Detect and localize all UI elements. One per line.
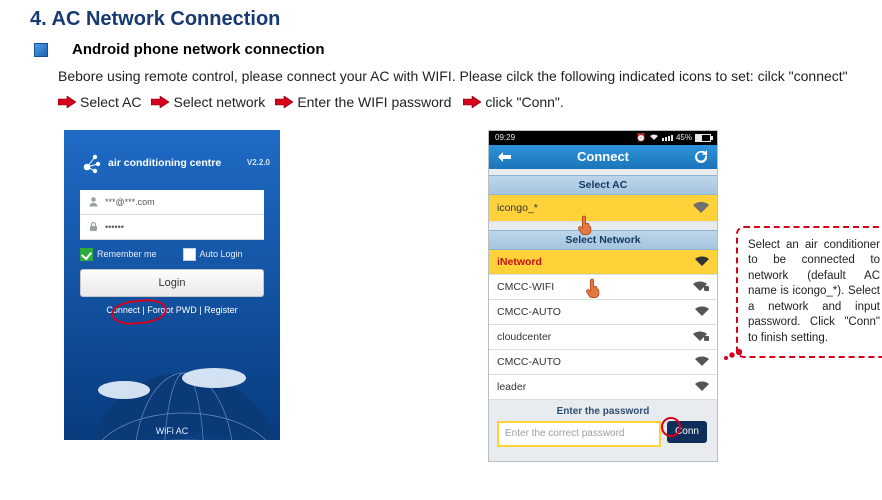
version-text: V2.2.0 — [247, 158, 270, 167]
brand-text: air conditioning centre — [108, 157, 221, 169]
wifi-ac-label: WiFi AC — [64, 426, 280, 436]
user-icon — [88, 196, 99, 207]
email-field[interactable]: ***@***.com — [80, 190, 264, 215]
alarm-icon: ⏰ — [636, 133, 646, 142]
refresh-icon[interactable] — [693, 149, 709, 165]
step-line: Select AC Select network Enter the WIFI … — [58, 94, 852, 110]
conn-button[interactable]: Conn — [667, 421, 707, 443]
callout-box: Select an air conditioner to be connecte… — [736, 226, 882, 359]
network-list-item[interactable]: leader — [489, 375, 717, 400]
wifi-lock-icon — [693, 331, 709, 342]
connect-link[interactable]: Connect — [106, 305, 140, 315]
step-text: Enter the WIFI password — [297, 94, 451, 110]
battery-icon — [695, 134, 711, 142]
title-text: Connect — [577, 149, 629, 164]
status-time: 09:29 — [495, 133, 515, 142]
square-bullet-icon — [34, 43, 48, 57]
password-label: Enter the password — [497, 406, 709, 417]
wifi-lock-icon — [693, 281, 709, 292]
highlight-circle-icon — [661, 417, 681, 437]
sep: | — [197, 305, 204, 315]
network-name: CMCC-AUTO — [497, 306, 561, 318]
ac-list-item[interactable]: icongo_* — [489, 195, 717, 222]
auto-login-label: Auto Login — [200, 249, 243, 259]
network-name: iNetword — [497, 256, 542, 268]
forgot-link[interactable]: Forgot PWD — [147, 305, 197, 315]
remember-me-checkbox[interactable] — [80, 248, 93, 261]
step-text: Select network — [173, 94, 265, 110]
title-bar: Connect — [489, 145, 717, 169]
arrow-right-icon — [151, 96, 169, 108]
lock-icon — [88, 221, 99, 232]
step-text: Select AC — [80, 94, 141, 110]
arrow-right-icon — [58, 96, 76, 108]
network-name: CMCC-AUTO — [497, 356, 561, 368]
wifi-icon — [695, 256, 709, 267]
battery-text: 45% — [676, 133, 692, 142]
wifi-icon — [695, 356, 709, 367]
wifi-icon — [695, 381, 709, 392]
network-name: cloudcenter — [497, 331, 551, 343]
auto-login-checkbox[interactable] — [183, 248, 196, 261]
bottom-links: Connect | Forgot PWD | Register — [80, 305, 264, 315]
password-field[interactable]: •••••• — [80, 215, 264, 240]
wifi-icon — [693, 202, 709, 214]
step-text: click "Conn". — [485, 94, 563, 110]
arrow-right-icon — [463, 96, 481, 108]
brand-row: air conditioning centre V2.2.0 — [80, 152, 280, 174]
status-bar: 09:29 ⏰ 45% — [489, 131, 717, 145]
ac-name: icongo_* — [497, 202, 538, 214]
subsection-row: Android phone network connection — [30, 41, 852, 58]
network-name: CMCC-WIFI — [497, 281, 554, 293]
login-button[interactable]: Login — [80, 269, 264, 297]
section-heading: 4. AC Network Connection — [30, 8, 852, 31]
network-list-item[interactable]: iNetword — [489, 250, 717, 275]
subsection-heading: Android phone network connection — [72, 41, 325, 58]
wifi-icon — [695, 306, 709, 317]
intro-text: Bebore using remote control, please conn… — [58, 66, 852, 88]
register-link[interactable]: Register — [204, 305, 238, 315]
back-icon[interactable] — [497, 150, 513, 164]
password-value: •••••• — [105, 222, 124, 232]
network-list-item[interactable]: CMCC-WIFI — [489, 275, 717, 300]
network-list-item[interactable]: cloudcenter — [489, 325, 717, 350]
arrow-right-icon — [275, 96, 293, 108]
email-value: ***@***.com — [105, 197, 155, 207]
login-screenshot: air conditioning centre V2.2.0 ***@***.c… — [64, 130, 280, 440]
connect-screenshot: 09:29 ⏰ 45% Connect — [488, 130, 718, 462]
network-list-item[interactable]: CMCC-AUTO — [489, 350, 717, 375]
password-input[interactable]: Enter the correct password — [497, 421, 661, 447]
select-network-label: Select Network — [489, 230, 717, 250]
select-ac-label: Select AC — [489, 175, 717, 195]
remember-label: Remember me — [97, 249, 157, 259]
logo-icon — [80, 152, 108, 174]
signal-icon — [662, 135, 673, 141]
network-name: leader — [497, 381, 526, 393]
network-list-item[interactable]: CMCC-AUTO — [489, 300, 717, 325]
wifi-icon — [649, 133, 659, 143]
